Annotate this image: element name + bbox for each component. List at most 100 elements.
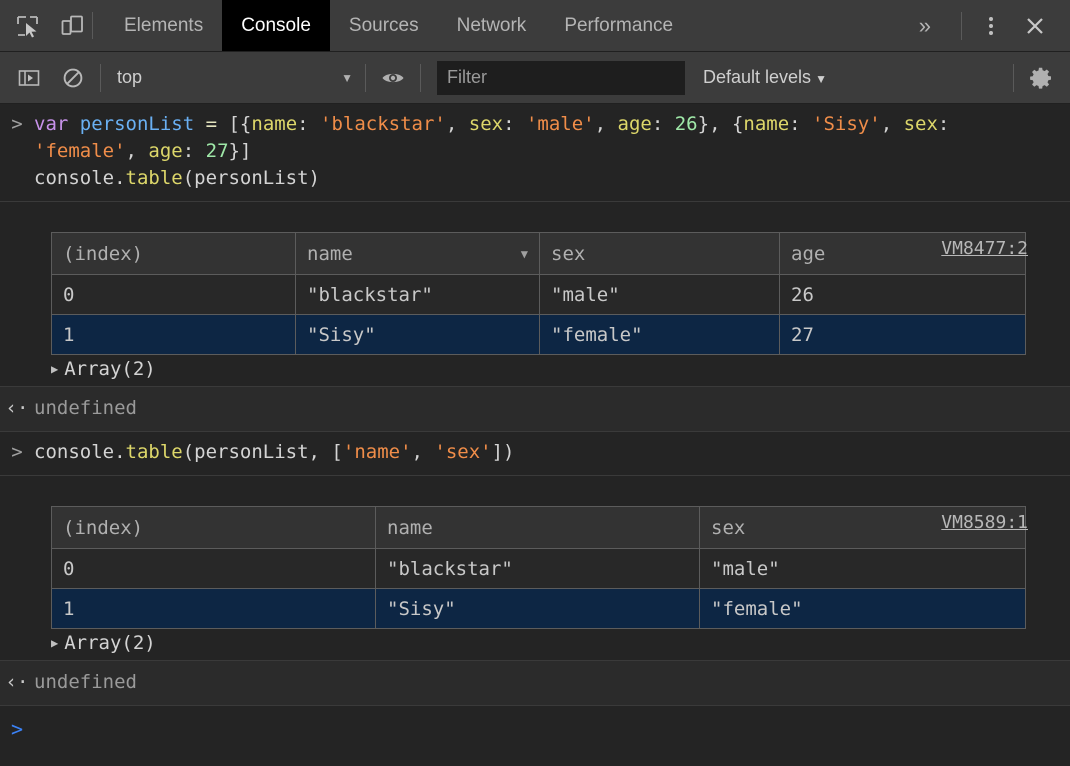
prompt-chevron-icon: >: [10, 717, 24, 741]
table-row[interactable]: 0 "blackstar" "male" 26: [51, 274, 1026, 315]
table-cell: 26: [779, 274, 1026, 315]
table-cell: "blackstar": [295, 274, 540, 315]
array-expander-label-1: Array(2): [64, 358, 156, 380]
tab-performance[interactable]: Performance: [545, 0, 692, 51]
panel-tabs: Elements Console Sources Network Perform…: [105, 0, 692, 51]
source-link-1[interactable]: VM8477:2: [941, 238, 1028, 259]
toolbar-divider-1: [100, 63, 101, 92]
tab-console-label: Console: [241, 14, 311, 36]
table-column-header[interactable]: (index): [51, 232, 296, 275]
prompt-row[interactable]: >: [0, 706, 1070, 755]
code-token: 'female': [34, 140, 126, 162]
tab-performance-label: Performance: [564, 14, 674, 36]
code-token: :: [503, 113, 526, 135]
code-token: 'blackstar': [320, 113, 446, 135]
code-token: var: [34, 113, 80, 135]
inspect-element-icon[interactable]: [14, 12, 42, 40]
devtools-tab-bar: Elements Console Sources Network Perform…: [0, 0, 1070, 52]
console-table-2[interactable]: (index) name sex 0 "blackstar" "male" 1 "Sisy" "…: [51, 506, 1026, 629]
disclosure-triangle-icon: ▶: [51, 362, 59, 376]
code-token: 26: [674, 113, 698, 135]
tab-bar-left-icons: [0, 0, 92, 51]
settings-gear-icon[interactable]: [1026, 63, 1056, 93]
code-token: ,: [880, 113, 904, 135]
tab-elements-label: Elements: [124, 14, 204, 36]
array-expander-label-2: Array(2): [64, 632, 156, 654]
command-row[interactable]: > var personList = [{name: 'blackstar', …: [0, 104, 1070, 201]
tab-elements[interactable]: Elements: [105, 0, 222, 51]
code-token: sex: [468, 113, 504, 135]
code-token: sex: [903, 113, 938, 135]
tab-network[interactable]: Network: [438, 0, 546, 51]
code-token: ,: [594, 113, 618, 135]
tab-bar-divider: [92, 12, 93, 39]
code-token: :: [297, 113, 321, 135]
code-token: personList: [79, 113, 195, 135]
live-expression-icon[interactable]: [378, 63, 408, 93]
table-column-header[interactable]: name ▼: [295, 232, 540, 275]
code-token: }, {: [697, 113, 744, 135]
toolbar-right: [1001, 63, 1056, 93]
table-column-header[interactable]: (index): [51, 506, 376, 549]
result-row-2: ‹· undefined: [0, 661, 1070, 705]
console-table-1[interactable]: (index) name ▼ sex age 0 "blackstar" "male" 26 1 "…: [51, 232, 1026, 355]
table-column-header[interactable]: name: [375, 506, 700, 549]
code-token: table: [125, 441, 183, 463]
console-result-entry-2: ‹· undefined: [0, 661, 1070, 706]
execution-context-selector[interactable]: top ▼: [113, 67, 353, 88]
clear-console-icon[interactable]: [58, 63, 88, 93]
close-icon[interactable]: [1018, 9, 1052, 43]
log-levels-label: Default levels: [703, 67, 812, 87]
execution-context-value: top: [117, 67, 143, 87]
command-row-2[interactable]: > console.table(personList, ['name', 'se…: [0, 432, 1070, 475]
table-cell: "blackstar": [375, 548, 700, 589]
code-token: 'Sisy': [812, 113, 881, 135]
console-command-entry-2: > console.table(personList, ['name', 'se…: [0, 432, 1070, 476]
table-row[interactable]: 1 "Sisy" "female": [51, 588, 1026, 629]
array-expander-1[interactable]: ▶ Array(2): [51, 358, 1070, 380]
log-levels-dropdown[interactable]: Default levels ▼: [703, 67, 827, 88]
filter-input[interactable]: Filter: [437, 60, 685, 95]
console-prompt-row[interactable]: >: [0, 706, 1070, 755]
filter-placeholder: Filter: [447, 67, 487, 87]
code-line-2: console.table(personList): [34, 167, 320, 189]
chevron-down-icon: ▼: [815, 72, 827, 86]
table-cell: "male": [539, 274, 780, 315]
source-link-2[interactable]: VM8589:1: [941, 512, 1028, 533]
table-row[interactable]: 1 "Sisy" "female" 27: [51, 314, 1026, 355]
code-token: name: [251, 113, 298, 135]
console-result-entry-1: ‹· undefined: [0, 387, 1070, 432]
command-prompt-icon: >: [11, 113, 23, 135]
code-token: ,: [411, 441, 435, 463]
code-token: ,: [125, 140, 149, 162]
array-expander-2[interactable]: ▶ Array(2): [51, 632, 1070, 654]
code-token: :: [937, 113, 961, 135]
table-cell: "female": [539, 314, 780, 355]
tab-console[interactable]: Console: [222, 0, 330, 51]
code-token: =: [194, 113, 229, 135]
code-token: [{: [228, 113, 252, 135]
console-sidebar-icon[interactable]: [14, 63, 44, 93]
tab-sources[interactable]: Sources: [330, 0, 438, 51]
table-header-row: (index) name sex: [51, 506, 1026, 549]
device-toolbar-icon[interactable]: [58, 12, 86, 40]
disclosure-triangle-icon: ▶: [51, 636, 59, 650]
table-column-header[interactable]: sex: [539, 232, 780, 275]
code-token: console.: [34, 167, 126, 189]
more-tabs-chevron-icon[interactable]: »: [903, 0, 947, 51]
tab-bar-right-controls: »: [903, 0, 1070, 51]
code-token: :: [182, 140, 206, 162]
toolbar-divider-2: [365, 63, 366, 92]
toolbar-divider-3: [420, 63, 421, 92]
more-options-icon[interactable]: [976, 11, 1006, 41]
console-message-list[interactable]: > var personList = [{name: 'blackstar', …: [0, 104, 1070, 766]
table-row[interactable]: 0 "blackstar" "male": [51, 548, 1026, 589]
code-token: :: [651, 113, 675, 135]
result-value-2: undefined: [34, 671, 137, 693]
sort-descending-icon: ▼: [520, 246, 528, 261]
prompt-input[interactable]: [34, 716, 54, 743]
code-token: ]): [491, 441, 515, 463]
toolbar-divider-4: [1013, 63, 1014, 92]
console-toolbar: top ▼ Filter Default levels ▼: [0, 52, 1070, 104]
table-cell: "Sisy": [295, 314, 540, 355]
